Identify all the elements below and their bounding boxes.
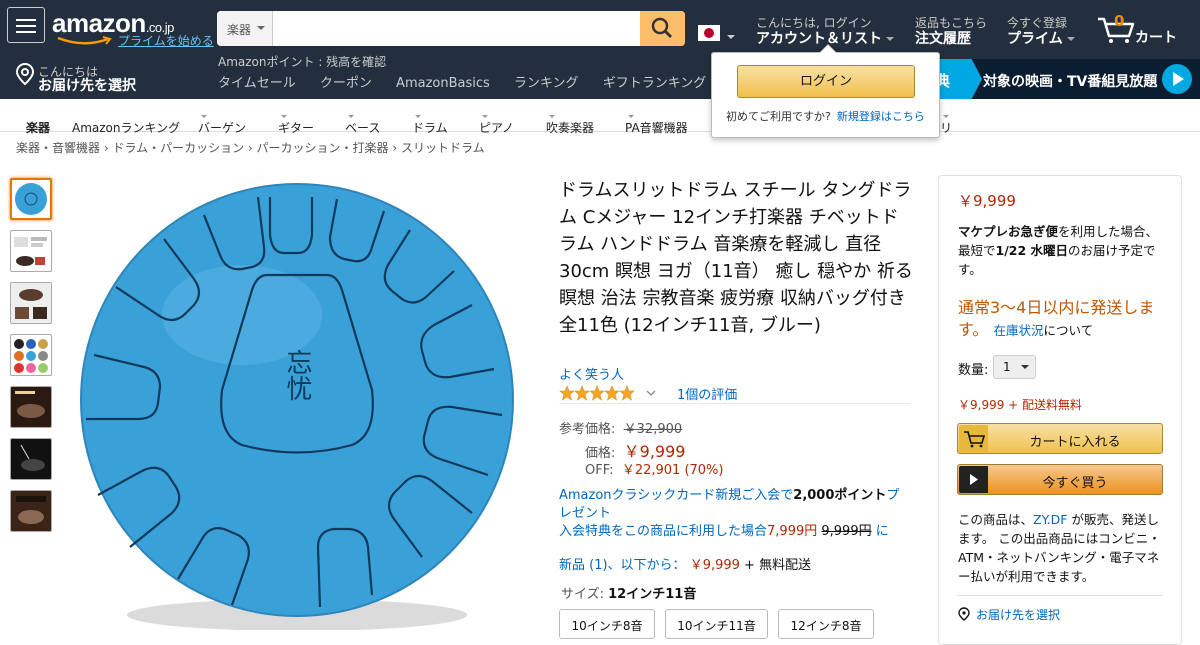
divider <box>958 595 1163 596</box>
japan-flag-icon[interactable] <box>698 25 720 41</box>
subnav-item-wind[interactable]: 吹奏楽器 <box>546 109 594 135</box>
subnav-item-drum[interactable]: ドラム <box>412 109 448 135</box>
subnav-item-bargain[interactable]: バーゲン <box>198 109 246 135</box>
breadcrumb-item[interactable]: パーカッション・打楽器 <box>257 141 389 155</box>
add-to-cart-button[interactable]: カートに入れる <box>957 423 1163 454</box>
discount-row: OFF: ￥22,901 (70%) <box>585 463 724 478</box>
new-customer-text: 初めてご利用ですか? 新規登録はこちら <box>726 110 925 123</box>
breadcrumb-item[interactable]: スリットドラム <box>401 141 485 155</box>
menu-hamburger-icon[interactable] <box>7 7 45 43</box>
buy-now-button[interactable]: 今すぐ買う <box>957 464 1163 495</box>
stock-status: 通常3～4日以内に発送します。 在庫状況について <box>958 298 1155 339</box>
subnav-item-guitar[interactable]: ギター <box>278 109 314 135</box>
seller-info: この商品は、ZY.DF が販売、発送します。 この出品商品にはコンビニ・ATM・… <box>958 512 1161 584</box>
orders-link[interactable]: 注文履歴 <box>915 28 971 48</box>
subnav-item-bass[interactable]: ベース <box>345 109 380 135</box>
subnav-item-pa[interactable]: PA音響機器 <box>625 109 688 135</box>
product-main-image[interactable]: 忘忧 <box>72 175 522 630</box>
seller-link[interactable]: ZY.DF <box>1033 512 1067 527</box>
search-button[interactable] <box>640 11 685 46</box>
breadcrumb: 楽器・音響機器 › ドラム・パーカッション › パーカッション・打楽器 › スリ… <box>16 141 485 155</box>
new-offers-link[interactable]: 新品 (1)、以下から： <box>559 558 686 573</box>
size-label: サイズ: 12インチ11音 <box>561 587 697 602</box>
play-icon[interactable] <box>1162 64 1192 94</box>
search-input[interactable] <box>273 11 640 46</box>
cart-icon <box>959 425 988 452</box>
size-option[interactable]: 12インチ8音 <box>778 609 874 639</box>
divider <box>559 403 911 404</box>
amazon-smile-icon <box>57 36 112 45</box>
thumbnail-1[interactable] <box>10 178 52 220</box>
size-option[interactable]: 10インチ8音 <box>559 609 655 639</box>
nav-link-gift-ranking[interactable]: ギフトランキング <box>603 76 707 91</box>
location-pin-icon <box>15 62 35 86</box>
signin-popover: ログイン 初めてご利用ですか? 新規登録はこちら <box>711 44 940 138</box>
subnav-item-piano[interactable]: ピアノ <box>479 109 514 135</box>
size-option[interactable]: 10インチ11音 <box>665 609 768 639</box>
prime-signup-link[interactable]: プライムを始める <box>118 32 214 49</box>
thumbnail-5[interactable] <box>10 386 52 428</box>
thumbnail-3[interactable] <box>10 282 52 324</box>
prime-menu[interactable]: プライム <box>1007 28 1075 48</box>
play-icon <box>959 466 988 493</box>
location-pin-icon <box>958 607 970 621</box>
reviews-link[interactable]: 1個の評価 <box>677 384 737 403</box>
nav-link-amazonbasics[interactable]: AmazonBasics <box>396 76 490 91</box>
buybox-price: ￥9,999 <box>958 192 1016 210</box>
rating-stars-icon[interactable] <box>559 385 669 401</box>
nav-links: タイムセール クーポン AmazonBasics ランキング ギフトランキング … <box>218 72 763 91</box>
nav-link-timesale[interactable]: タイムセール <box>218 76 296 91</box>
nav-link-coupon[interactable]: クーポン <box>320 76 372 91</box>
deliver-to-select[interactable]: お届け先を選択 <box>38 75 136 95</box>
list-price-row: 参考価格: ￥32,900 <box>559 422 683 437</box>
select-address[interactable]: お届け先を選択 <box>958 606 1060 623</box>
quantity-label: 数量: <box>958 363 989 378</box>
subnav-item-more[interactable]: リ <box>940 109 952 135</box>
product-title: ドラムスリットドラム スチール タングドラム Cメジャー 12インチ打楽器 チベ… <box>559 180 913 336</box>
drum-engraving: 忘忧 <box>282 349 312 401</box>
thumbnail-2[interactable] <box>10 230 52 272</box>
promo-text[interactable]: 対象の映画・TV番組見放題 <box>983 71 1157 91</box>
brand-link[interactable]: よく笑う人 <box>559 364 624 383</box>
cart-count: 0 <box>1114 12 1125 30</box>
register-link[interactable]: 新規登録はこちら <box>837 110 925 123</box>
breadcrumb-item[interactable]: 楽器・音響機器 <box>16 141 100 155</box>
search-category-select[interactable]: 楽器 <box>217 11 273 46</box>
language-caret-icon <box>727 35 735 43</box>
nav-link-ranking[interactable]: ランキング <box>514 76 579 91</box>
stock-info-link[interactable]: 在庫状況 <box>994 323 1044 338</box>
thumbnail-6[interactable] <box>10 438 52 480</box>
delivery-estimate: マケプレお急ぎ便を利用した場合、最短で1/22 水曜日のお届け予定です。 <box>958 224 1159 277</box>
cart-label[interactable]: カート <box>1135 27 1177 47</box>
points-balance-link[interactable]: Amazonポイント : 残高を確認 <box>218 53 386 70</box>
login-button[interactable]: ログイン <box>737 65 915 98</box>
quantity-select[interactable]: 1 <box>993 355 1036 379</box>
search-bar: 楽器 <box>217 11 685 46</box>
discount: ￥22,901 (70%) <box>621 463 724 478</box>
thumbnail-4[interactable] <box>10 334 52 376</box>
size-selected: 12インチ11音 <box>608 587 697 602</box>
credit-card-promo[interactable]: Amazonクラシックカード新規ご入会で2,000ポイントプレゼント 入会特典を… <box>559 487 904 541</box>
thumbnail-7[interactable] <box>10 490 52 532</box>
search-icon <box>651 17 673 39</box>
breadcrumb-item[interactable]: ドラム・パーカッション <box>112 141 244 155</box>
list-price: ￥32,900 <box>623 422 683 437</box>
shipping-info: ￥9,999 + 配送料無料 <box>958 398 1083 412</box>
new-offers: 新品 (1)、以下から： ￥9,999 + 無料配送 <box>559 558 812 573</box>
category-subnav: 楽器 Amazonランキング バーゲン ギター ベース ドラム ピアノ 吹奏楽器… <box>0 99 1200 135</box>
